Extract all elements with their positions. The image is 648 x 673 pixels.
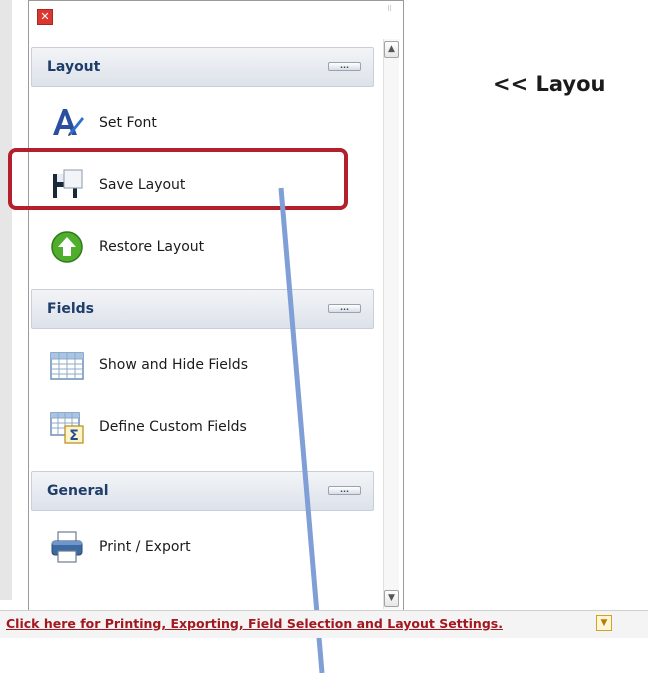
bottom-bar: Click here for Printing, Exporting, Fiel… [0,610,648,638]
pointer-line [278,187,325,673]
side-heading: << Layou [493,72,606,96]
chevron-down-icon[interactable]: ▼ [596,615,612,631]
settings-link[interactable]: Click here for Printing, Exporting, Fiel… [6,616,503,632]
